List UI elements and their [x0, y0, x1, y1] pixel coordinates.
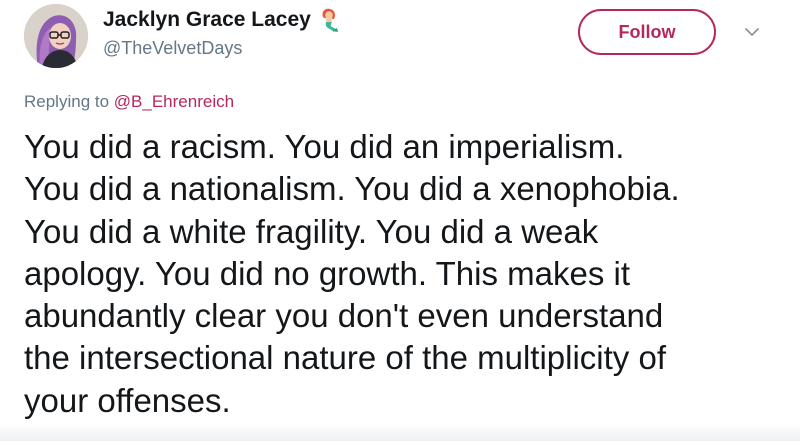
- tweet-text-line: You did a nationalism. You did a xenopho…: [24, 170, 680, 208]
- tweet-card: Jacklyn Grace Lacey @TheVelvetDays Follo…: [0, 0, 800, 441]
- follow-button-label[interactable]: Follow: [619, 22, 676, 43]
- user-handle[interactable]: @TheVelvetDays: [103, 38, 242, 59]
- tweet-text-line: your offenses.: [24, 381, 231, 419]
- avatar-image: [24, 4, 88, 68]
- replying-to-prefix: Replying to: [24, 92, 110, 111]
- tweet-text: You did a racism. You did an imperialism…: [24, 126, 794, 422]
- display-name[interactable]: Jacklyn Grace Lacey: [103, 7, 340, 33]
- tweet-text-line: You did a white fragility. You did a wea…: [24, 212, 599, 250]
- bottom-divider: [0, 423, 800, 441]
- avatar[interactable]: [24, 4, 88, 68]
- tweet-text-line: the intersectional nature of the multipl…: [24, 339, 667, 377]
- replying-to: Replying to @B_Ehrenreich: [24, 92, 234, 112]
- mermaid-icon: [318, 7, 340, 33]
- tweet-text-line: abundantly clear you don't even understa…: [24, 297, 664, 335]
- follow-button[interactable]: Follow: [578, 9, 716, 55]
- display-name-text[interactable]: Jacklyn Grace Lacey: [103, 8, 311, 32]
- chevron-down-icon[interactable]: [742, 22, 762, 42]
- tweet-text-line: You did a racism. You did an imperialism…: [24, 128, 625, 165]
- tweet-text-line: apology. You did no growth. This makes i…: [24, 254, 630, 292]
- replying-to-link[interactable]: @B_Ehrenreich: [114, 92, 234, 111]
